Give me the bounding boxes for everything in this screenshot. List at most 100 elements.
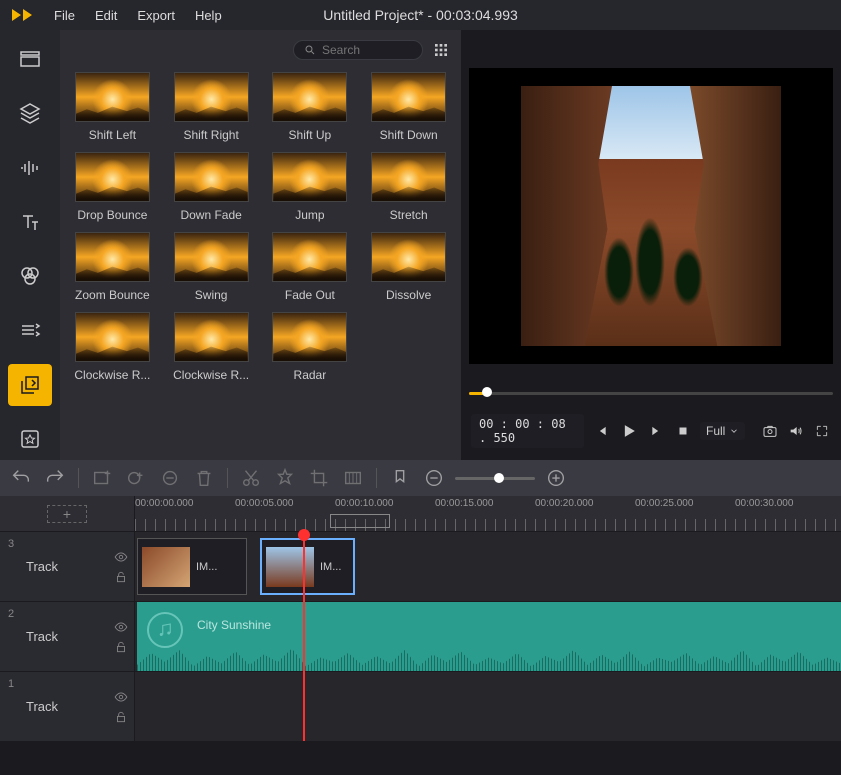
effect-thumb[interactable]: Stretch	[366, 152, 451, 222]
effect-preview	[272, 232, 347, 282]
preview-viewport	[469, 68, 833, 364]
sidebar-layers[interactable]	[8, 92, 52, 134]
track-number: 3	[8, 538, 14, 550]
sidebar-media[interactable]	[8, 38, 52, 80]
delete-button[interactable]	[193, 467, 215, 489]
fullscreen-button[interactable]	[813, 419, 831, 443]
effect-preview	[75, 232, 150, 282]
lock-icon[interactable]	[114, 710, 128, 724]
zoom-slider[interactable]	[455, 477, 535, 480]
effect-label: Shift Up	[289, 128, 332, 142]
zoom-out-button[interactable]	[423, 467, 445, 489]
playhead[interactable]	[303, 531, 305, 741]
marker-button[interactable]	[389, 467, 411, 489]
effect-thumb[interactable]: Shift Left	[70, 72, 155, 142]
ruler-mark: 00:00:20.000	[535, 498, 593, 509]
effect-thumb[interactable]: Shift Right	[169, 72, 254, 142]
effect-thumb[interactable]: Clockwise R...	[169, 312, 254, 382]
sidebar-text[interactable]	[8, 201, 52, 243]
audio-clip-name: City Sunshine	[197, 618, 271, 632]
audio-clip[interactable]: City Sunshine	[137, 602, 841, 671]
lock-icon[interactable]	[114, 570, 128, 584]
search-input[interactable]	[322, 43, 402, 57]
effect-thumb[interactable]: Shift Down	[366, 72, 451, 142]
preview-scrubber[interactable]	[469, 382, 833, 402]
grid-view-button[interactable]	[431, 40, 451, 60]
effect-thumb[interactable]: Swing	[169, 232, 254, 302]
effect-thumb[interactable]: Dissolve	[366, 232, 451, 302]
effect-label: Shift Left	[89, 128, 136, 142]
sidebar-filters[interactable]	[8, 255, 52, 297]
undo-button[interactable]	[10, 467, 32, 489]
remove-button[interactable]	[159, 467, 181, 489]
next-frame-button[interactable]	[648, 419, 666, 443]
effect-thumb[interactable]: Zoom Bounce	[70, 232, 155, 302]
menu-file[interactable]: File	[46, 6, 83, 25]
timeline-ruler[interactable]: 00:00:00.00000:00:05.00000:00:10.00000:0…	[135, 496, 841, 531]
effect-preview	[272, 312, 347, 362]
effect-preview	[75, 312, 150, 362]
effect-preview	[371, 232, 446, 282]
menu-edit[interactable]: Edit	[87, 6, 125, 25]
ruler-mark: 00:00:10.000	[335, 498, 393, 509]
effect-label: Dissolve	[386, 288, 431, 302]
speed-button[interactable]	[274, 467, 296, 489]
effect-thumb[interactable]: Down Fade	[169, 152, 254, 222]
prev-frame-button[interactable]	[592, 419, 610, 443]
effect-label: Drop Bounce	[77, 208, 147, 222]
effect-preview	[371, 72, 446, 122]
track-name: Track	[26, 629, 58, 644]
effect-preview	[174, 312, 249, 362]
zoom-in-button[interactable]	[545, 467, 567, 489]
effect-thumb[interactable]: Shift Up	[268, 72, 353, 142]
volume-button[interactable]	[787, 419, 805, 443]
sidebar-audio[interactable]	[8, 147, 52, 189]
effect-preview	[174, 232, 249, 282]
play-button[interactable]	[618, 416, 640, 446]
crop-button[interactable]	[308, 467, 330, 489]
snapshot-button[interactable]	[761, 419, 779, 443]
effect-label: Shift Down	[380, 128, 438, 142]
effect-thumb[interactable]: Fade Out	[268, 232, 353, 302]
music-icon	[147, 612, 183, 648]
effect-thumb[interactable]: Radar	[268, 312, 353, 382]
visibility-icon[interactable]	[114, 620, 128, 634]
stop-button[interactable]	[674, 419, 692, 443]
selection-range[interactable]	[330, 514, 390, 528]
effect-preview	[174, 72, 249, 122]
effect-label: Clockwise R...	[74, 368, 150, 382]
track-name: Track	[26, 559, 58, 574]
menu-export[interactable]: Export	[129, 6, 183, 25]
add-marker-button[interactable]	[125, 467, 147, 489]
ruler-mark: 00:00:25.000	[635, 498, 693, 509]
track-number: 2	[8, 608, 14, 620]
preview-timecode: 00 : 00 : 08 . 550	[471, 414, 584, 448]
effect-label: Shift Right	[183, 128, 238, 142]
menu-help[interactable]: Help	[187, 6, 230, 25]
ruler-mark: 00:00:30.000	[735, 498, 793, 509]
effect-thumb[interactable]: Clockwise R...	[70, 312, 155, 382]
effect-thumb[interactable]: Jump	[268, 152, 353, 222]
track-name: Track	[26, 699, 58, 714]
sidebar-animations[interactable]	[8, 364, 52, 406]
video-clip[interactable]: IM...	[137, 538, 247, 595]
effect-label: Fade Out	[285, 288, 335, 302]
track-number: 1	[8, 678, 14, 690]
effect-label: Stretch	[390, 208, 428, 222]
lock-icon[interactable]	[114, 640, 128, 654]
add-track-button[interactable]: +	[47, 505, 87, 523]
search-box[interactable]	[293, 40, 423, 60]
quality-select[interactable]: Full	[700, 422, 745, 440]
effect-preview	[75, 72, 150, 122]
effect-preview	[371, 152, 446, 202]
sidebar-transitions[interactable]	[8, 309, 52, 351]
sidebar-favorites[interactable]	[8, 418, 52, 460]
visibility-icon[interactable]	[114, 550, 128, 564]
redo-button[interactable]	[44, 467, 66, 489]
cut-button[interactable]	[240, 467, 262, 489]
video-clip[interactable]: IM...	[260, 538, 355, 595]
visibility-icon[interactable]	[114, 690, 128, 704]
add-media-button[interactable]	[91, 467, 113, 489]
effect-thumb[interactable]: Drop Bounce	[70, 152, 155, 222]
settings-button[interactable]	[342, 467, 364, 489]
